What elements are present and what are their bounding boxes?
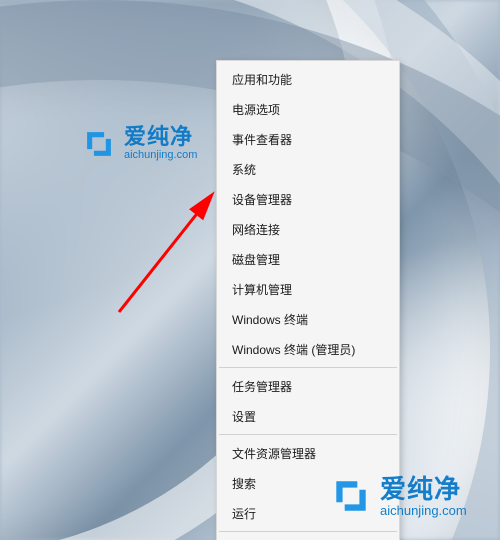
menu-item[interactable]: 关机或注销 (218, 535, 398, 540)
menu-item[interactable]: 网络连接 (218, 214, 398, 244)
menu-item[interactable]: 应用和功能 (218, 64, 398, 94)
menu-item[interactable]: 设备管理器 (218, 184, 398, 214)
menu-separator (219, 434, 397, 435)
menu-item[interactable]: Windows 终端 (管理员) (218, 334, 398, 364)
menu-separator (219, 531, 397, 532)
menu-item[interactable]: 任务管理器 (218, 371, 398, 401)
menu-item[interactable]: 系统 (218, 154, 398, 184)
menu-item[interactable]: Windows 终端 (218, 304, 398, 334)
menu-item[interactable]: 磁盘管理 (218, 244, 398, 274)
menu-item[interactable]: 运行 (218, 498, 398, 528)
menu-item[interactable]: 文件资源管理器 (218, 438, 398, 468)
menu-item[interactable]: 电源选项 (218, 94, 398, 124)
menu-item[interactable]: 设置 (218, 401, 398, 431)
menu-item[interactable]: 事件查看器 (218, 124, 398, 154)
winx-context-menu: 应用和功能电源选项事件查看器系统设备管理器网络连接磁盘管理计算机管理Window… (216, 60, 400, 540)
menu-item[interactable]: 计算机管理 (218, 274, 398, 304)
menu-separator (219, 367, 397, 368)
menu-item[interactable]: 搜索 (218, 468, 398, 498)
